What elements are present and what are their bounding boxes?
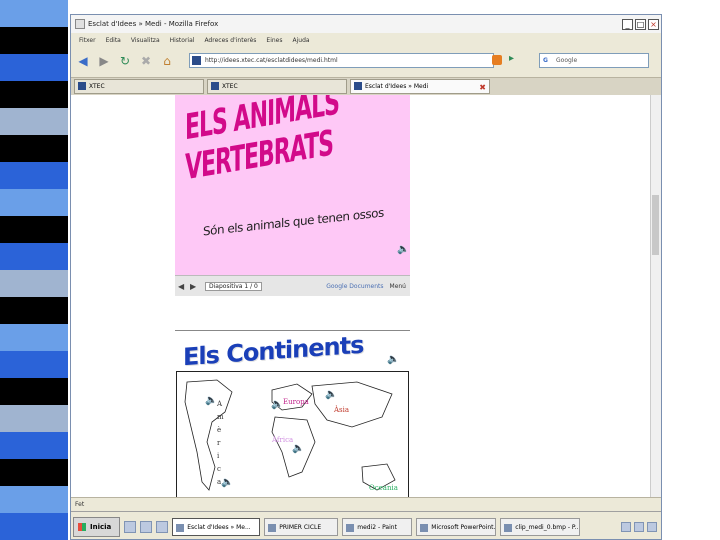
- tray-icon[interactable]: [621, 522, 631, 532]
- speaker-icon-africa[interactable]: 🔈: [292, 444, 304, 454]
- search-engine-icon[interactable]: G: [543, 54, 548, 67]
- tab-xtec-1[interactable]: XTEC: [74, 79, 204, 94]
- slide-heading: Els Continents: [183, 330, 364, 372]
- menu-view[interactable]: Visualitza: [131, 37, 160, 44]
- speaker-icon-america[interactable]: 🔈: [205, 396, 217, 406]
- label-europa: Europa: [283, 398, 309, 406]
- tab-favicon: [78, 82, 86, 90]
- page-content: ELS ANIMALS VERTEBRATS Són els animals q…: [71, 95, 651, 497]
- label-america: A m è r i c a: [217, 400, 224, 486]
- url-bar[interactable]: http://idees.xtec.cat/esclatdidees/medi.…: [189, 53, 494, 68]
- menu-tools[interactable]: Eines: [266, 37, 282, 44]
- menu-file[interactable]: Fitxer: [79, 37, 96, 44]
- world-map: Europa Àsia Àfrica Oceania A m è r i c a…: [176, 371, 409, 497]
- tray-icon[interactable]: [647, 522, 657, 532]
- taskbar: Inicia Esclat d'Idees » Me... PRIMER CIC…: [71, 511, 661, 539]
- url-text: http://idees.xtec.cat/esclatdidees/medi.…: [205, 57, 338, 64]
- slide-counter: Diapositiva 1 / 0: [205, 281, 262, 291]
- menu-edit[interactable]: Edita: [106, 37, 121, 44]
- quicklaunch-icon[interactable]: [156, 521, 169, 533]
- tab-favicon: [354, 82, 362, 90]
- slide-vertebrates: ELS ANIMALS VERTEBRATS Són els animals q…: [175, 95, 410, 275]
- menu-history[interactable]: Historial: [170, 37, 195, 44]
- tab-esclat-medi[interactable]: Esclat d'Idees » Medi ✖: [350, 79, 490, 94]
- window-title: Esclat d'Idees » Medi - Mozilla Firefox: [88, 20, 219, 28]
- prev-slide-icon[interactable]: ◀: [178, 282, 187, 291]
- reload-icon[interactable]: ↻: [116, 52, 134, 70]
- maximize-button[interactable]: □: [635, 18, 646, 30]
- site-favicon: [192, 56, 201, 65]
- taskbar-item-powerpoint[interactable]: Microsoft PowerPoint...: [416, 518, 497, 536]
- tab-favicon: [211, 82, 219, 90]
- forward-arrow-icon[interactable]: ▶: [95, 52, 113, 70]
- slide-subtitle: Són els animals que tenen ossos: [203, 205, 384, 239]
- quicklaunch-icon[interactable]: [140, 521, 153, 533]
- slide-continents: Els Continents 🔈 Europa Àsia Àfrica Ocea…: [175, 330, 410, 497]
- minimize-button[interactable]: _: [622, 18, 633, 30]
- tray-icon[interactable]: [634, 522, 644, 532]
- speaker-icon-asia[interactable]: 🔈: [325, 390, 337, 400]
- speaker-icon-europa[interactable]: 🔈: [271, 400, 283, 410]
- back-arrow-icon[interactable]: ◀: [74, 52, 92, 70]
- decorative-stripe: [0, 0, 68, 540]
- speaker-icon[interactable]: 🔈: [397, 245, 409, 255]
- next-slide-icon[interactable]: ▶: [190, 282, 199, 291]
- label-asia: Àsia: [334, 406, 350, 414]
- scrollbar-thumb[interactable]: [652, 195, 659, 255]
- world-map-outline: [184, 379, 396, 491]
- go-arrow-icon[interactable]: ▸: [509, 53, 514, 64]
- speaker-icon[interactable]: 🔈: [387, 355, 399, 365]
- tab-close-icon[interactable]: ✖: [479, 81, 486, 94]
- rss-icon[interactable]: [492, 55, 502, 65]
- slide-heading: ELS ANIMALS VERTEBRATS: [185, 95, 339, 189]
- vertical-scrollbar[interactable]: [650, 95, 661, 497]
- search-input[interactable]: G Google: [539, 53, 649, 68]
- label-oceania: Oceania: [369, 484, 398, 492]
- tab-label: Esclat d'Idees » Medi: [365, 83, 429, 90]
- label-africa: Àfrica: [272, 436, 294, 444]
- quicklaunch-icon[interactable]: [124, 521, 137, 533]
- system-tray: [618, 518, 657, 536]
- navigation-toolbar: ◀ ▶ ↻ ✖ ⌂ http://idees.xtec.cat/esclatdi…: [71, 47, 661, 75]
- start-button[interactable]: Inicia: [73, 517, 121, 537]
- tab-xtec-2[interactable]: XTEC: [207, 79, 347, 94]
- tab-label: XTEC: [89, 83, 105, 90]
- tab-label: XTEC: [222, 83, 238, 90]
- taskbar-item-bmp[interactable]: clip_medi_0.bmp - P...: [500, 518, 581, 536]
- tab-bar: XTEC XTEC Esclat d'Idees » Medi ✖: [71, 77, 661, 95]
- home-icon[interactable]: ⌂: [158, 52, 176, 70]
- close-button[interactable]: ×: [648, 18, 659, 30]
- title-bar: Esclat d'Idees » Medi - Mozilla Firefox …: [71, 15, 661, 34]
- slide-menu-button[interactable]: Menú: [390, 283, 406, 290]
- taskbar-item-folder[interactable]: PRIMER CICLE: [264, 518, 339, 536]
- menu-bookmarks[interactable]: Adreces d'interès: [204, 37, 256, 44]
- browser-window: Esclat d'Idees » Medi - Mozilla Firefox …: [70, 14, 662, 540]
- speaker-icon-america-south[interactable]: 🔈: [221, 478, 233, 488]
- status-bar: Fet: [71, 497, 661, 511]
- taskbar-item-firefox[interactable]: Esclat d'Idees » Me...: [172, 518, 261, 536]
- search-placeholder: Google: [556, 57, 578, 64]
- google-docs-link[interactable]: Google Documents: [326, 283, 383, 290]
- slide-controls: ◀ ▶ Diapositiva 1 / 0 Google Documents M…: [175, 275, 410, 296]
- menu-help[interactable]: Ajuda: [293, 37, 310, 44]
- taskbar-item-paint[interactable]: medi2 - Paint: [342, 518, 413, 536]
- menu-bar: Fitxer Edita Visualitza Historial Adrece…: [71, 33, 661, 47]
- stop-icon[interactable]: ✖: [137, 52, 155, 70]
- firefox-icon: [75, 19, 85, 29]
